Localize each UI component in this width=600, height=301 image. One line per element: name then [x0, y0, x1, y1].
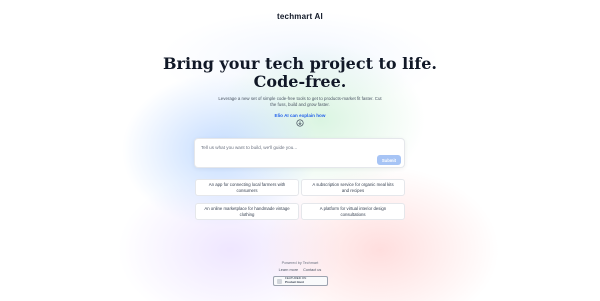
suggestion-card[interactable]: An online marketplace for handmade vinta…: [195, 203, 299, 220]
product-hunt-badge[interactable]: FEATURED ON Product Hunt: [273, 276, 328, 286]
badge-text: FEATURED ON Product Hunt: [285, 277, 306, 284]
suggestion-card[interactable]: A subscription service for organic meal …: [301, 179, 405, 196]
hero-headline-line-2: Code-free.: [253, 72, 347, 91]
suggestion-card[interactable]: A platform for virtual interior design c…: [301, 203, 405, 220]
hero-headline-line-1: Bring your tech project to life.: [163, 54, 437, 73]
arrow-down-icon: [296, 119, 304, 127]
hero-headline: Bring your tech project to life. Code-fr…: [0, 55, 600, 91]
footer-link-contact-us[interactable]: Contact us: [303, 268, 321, 272]
badge-line-2: Product Hunt: [285, 280, 304, 284]
footer-links: Learn more Contact us: [0, 268, 600, 272]
app-logo[interactable]: techmart AI: [0, 12, 600, 21]
product-hunt-icon: [277, 278, 282, 284]
prompt-input[interactable]: [201, 143, 371, 152]
suggestion-card[interactable]: An app for connecting local farmers with…: [195, 179, 299, 196]
explain-link[interactable]: Elio AI can explain how: [0, 113, 600, 118]
hero-subtitle: Leverage a new set of simple code-free t…: [218, 96, 382, 107]
powered-by-text: Powered by Techmart: [281, 261, 319, 265]
submit-button[interactable]: Submit: [377, 155, 401, 165]
prompt-box: Submit: [194, 138, 405, 168]
footer-link-learn-more[interactable]: Learn more: [279, 268, 298, 272]
